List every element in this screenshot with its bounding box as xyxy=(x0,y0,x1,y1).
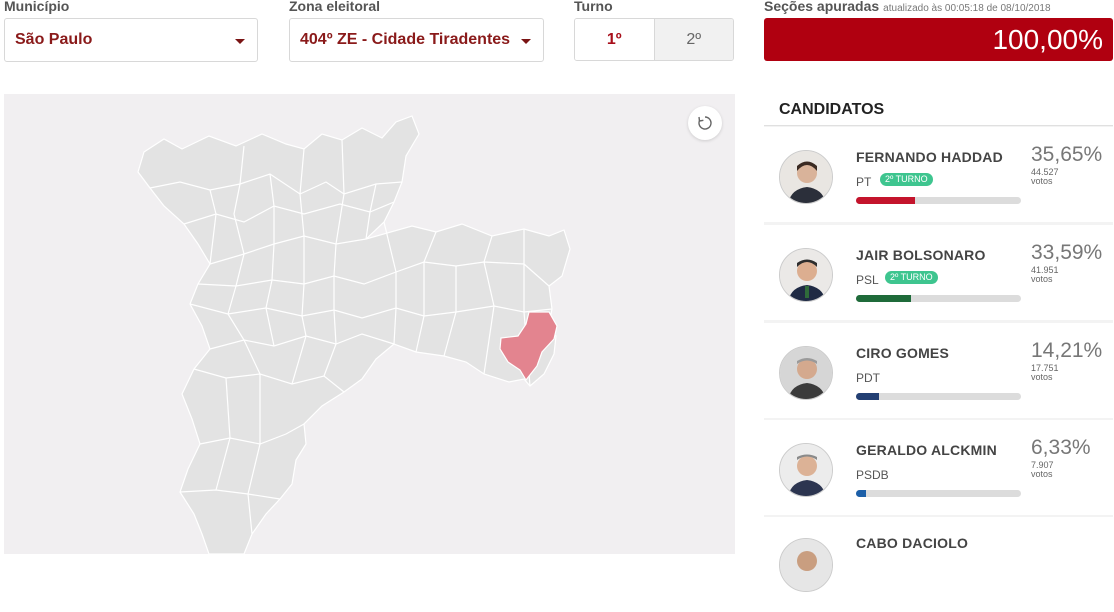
votes-label: votos xyxy=(1031,176,1053,186)
candidate-percent: 6,33% xyxy=(1031,436,1091,459)
candidate-name: CIRO GOMES xyxy=(856,345,950,361)
panel-header: CANDIDATOS xyxy=(764,94,1113,126)
chevron-down-icon xyxy=(521,39,531,44)
votes-label: votos xyxy=(1031,469,1053,479)
candidate-votes: 17.751 votos xyxy=(1031,364,1059,382)
turno-option-2[interactable]: 2º xyxy=(654,19,733,60)
votes-label: votos xyxy=(1031,372,1053,382)
vote-share-fill xyxy=(856,490,867,497)
candidate-photo xyxy=(779,150,833,204)
zona-label: Zona eleitoral xyxy=(289,0,381,14)
map-area[interactable] xyxy=(4,94,735,554)
secoes-value: 100,00% xyxy=(992,23,1103,55)
candidate-name: CABO DACIOLO xyxy=(856,535,969,551)
panel-title: CANDIDATOS xyxy=(779,101,885,118)
vote-share-bar xyxy=(856,490,1021,497)
secoes-progress-bar: 100,00% xyxy=(764,18,1113,61)
turno-toggle: 1º 2º xyxy=(574,18,734,61)
vote-share-bar xyxy=(856,295,1021,302)
district-map xyxy=(137,115,571,554)
map-reset-button[interactable] xyxy=(688,106,722,140)
updated-timestamp: atualizado às 00:05:18 de 08/10/2018 xyxy=(883,3,1051,14)
candidate-percent: 33,59% xyxy=(1031,241,1103,264)
secoes-header: Seções apuradas atualizado às 00:05:18 de… xyxy=(764,0,1051,14)
candidate-photo xyxy=(779,443,833,497)
turno-option-1[interactable]: 1º xyxy=(575,19,655,60)
candidate-party: PSDB xyxy=(856,468,889,482)
candidates-panel: CANDIDATOS FERNANDO HADDAD PT 2º TURNO 3… xyxy=(764,94,1113,612)
second-round-badge: 2º TURNO xyxy=(880,173,933,186)
municipio-value: São Paulo xyxy=(15,31,93,48)
candidate-votes: 7.907 votos xyxy=(1031,461,1054,479)
candidate-party: PDT xyxy=(856,371,880,385)
zona-value: 404º ZE - Cidade Tiradentes xyxy=(300,31,511,48)
candidate-name: JAIR BOLSONARO xyxy=(856,247,986,263)
candidate-percent: 14,21% xyxy=(1031,339,1103,362)
candidate-card[interactable]: CABO DACIOLO xyxy=(764,517,1113,612)
candidate-photo xyxy=(779,538,833,592)
candidate-name: FERNANDO HADDAD xyxy=(856,149,1003,165)
votes-label: votos xyxy=(1031,274,1053,284)
zona-select[interactable]: 404º ZE - Cidade Tiradentes xyxy=(289,18,544,62)
refresh-icon xyxy=(698,116,712,130)
vote-share-bar xyxy=(856,393,1021,400)
candidate-name: GERALDO ALCKMIN xyxy=(856,442,997,458)
candidate-card[interactable]: CIRO GOMES PDT 14,21% 17.751 votos xyxy=(764,323,1113,418)
chevron-down-icon xyxy=(235,39,245,44)
vote-share-fill xyxy=(856,393,880,400)
candidate-card[interactable]: JAIR BOLSONARO PSL 2º TURNO 33,59% 41.95… xyxy=(764,225,1113,320)
candidate-photo xyxy=(779,346,833,400)
second-round-badge: 2º TURNO xyxy=(885,271,938,284)
candidate-photo xyxy=(779,248,833,302)
candidate-votes: 44.527 votos xyxy=(1031,168,1059,186)
candidate-party: PT xyxy=(856,175,872,189)
vote-share-fill xyxy=(856,197,915,204)
vote-share-fill xyxy=(856,295,912,302)
candidate-card[interactable]: GERALDO ALCKMIN PSDB 6,33% 7.907 votos xyxy=(764,420,1113,515)
candidate-party: PSL xyxy=(856,273,879,287)
secoes-label: Seções apuradas xyxy=(764,0,880,14)
candidate-percent: 35,65% xyxy=(1031,143,1103,166)
candidate-card[interactable]: FERNANDO HADDAD PT 2º TURNO 35,65% 44.52… xyxy=(764,127,1113,222)
candidate-votes: 41.951 votos xyxy=(1031,266,1059,284)
turno-label: Turno xyxy=(574,0,613,14)
city-outline xyxy=(137,115,571,554)
municipio-label: Município xyxy=(4,0,70,14)
municipio-select[interactable]: São Paulo xyxy=(4,18,258,62)
vote-share-bar xyxy=(856,197,1021,204)
